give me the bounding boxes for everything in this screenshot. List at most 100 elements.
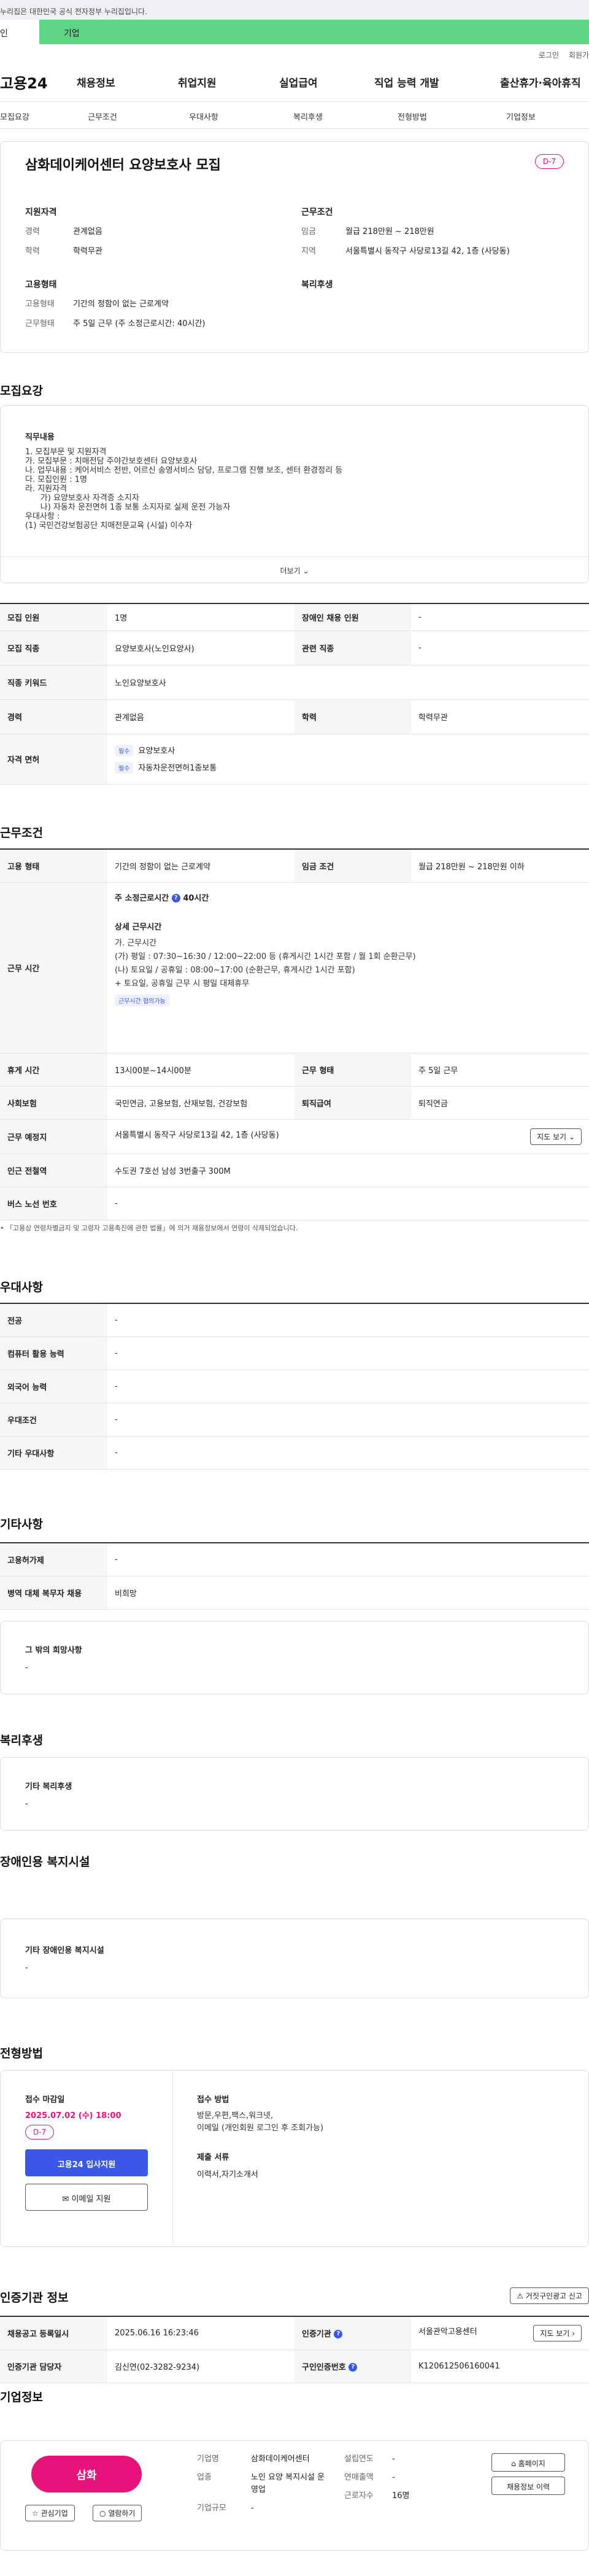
signup-link[interactable]: 회원가 [569,50,589,63]
wage-value: 월급 218만원 ~ 218만원 이하 [411,849,589,883]
license-label: 자격 면허 [0,734,107,785]
emp-type-label: 고용 형태 [0,849,107,883]
help-icon[interactable]: ? [171,894,180,902]
help-icon[interactable]: ? [334,2330,343,2339]
table-row: 버스 노선 번호 - [0,1187,589,1220]
bus-value: - [107,1187,589,1220]
company-size-label: 기업규모 [197,2504,226,2513]
recruit-info-table: 모집 인원 1명 장애인 채용 인원 - 모집 직종 요양보호사(노인요양사) … [0,603,589,785]
manager-value: 김신연(02-3282-9234) [107,2349,294,2383]
gov-notice-bar: 누리집은 대한민국 공식 전자정부 누리집입니다. [0,0,589,20]
nav-item-jobs[interactable]: 채용정보 [77,74,178,90]
employment-value: 주 5일 근무 (주 소정근로시간: 40시간) [73,319,206,328]
nav-item-unemployment-benefit[interactable]: 실업급여 [279,74,374,90]
mail-icon: ✉ [62,2195,69,2204]
report-fake-ad-button[interactable]: ⚠ 거짓구인광고 신고 [510,2287,589,2304]
homepage-button[interactable]: ⌂ 홈페이지 [491,2453,565,2472]
table-row: 인증기관 담당자 김신연(02-3282-9234) 구인인증번호 ? K120… [0,2349,589,2383]
conditions-value: 서울특별시 동작구 사당로13길 42, 1층 (사당동) [345,246,510,256]
duty-card: 직무내용 1. 모집부문 및 지원자격 가. 모집부문 : 치매전담 주야간보호… [0,405,589,583]
license-list: 필수 요양보호사 필수 자동차운전면허1종보통 [107,734,589,785]
company-info-row: 기업규모 - [197,2502,338,2515]
duty-text: 1. 모집부문 및 지원자격 가. 모집부문 : 치매전담 주야간보호센터 요양… [25,448,343,530]
subnav-selection[interactable]: 전형방법 [398,102,506,128]
license-name: 자동차운전면허1종보통 [138,764,217,773]
keyword-value: 노인요양보호사 [107,665,589,700]
follow-company-button[interactable]: ○ 열람하기 [93,2505,142,2521]
employees-value: 16명 [392,2491,410,2500]
founded-value: - [392,2454,395,2464]
pref-value: - [107,1336,589,1370]
conditions-key: 지역 [301,246,316,256]
headcount-label: 모집 인원 [0,603,107,631]
industry-value: 노인 요양 복지시설 운영업 [251,2473,325,2494]
job-history-button[interactable]: 채용정보 이력 [491,2477,565,2495]
work-place-value: 서울특별시 동작구 사당로13길 42, 1층 (사당동) [115,1130,279,1140]
qualification-key: 학력 [25,246,40,256]
subnav-recruit[interactable]: 모집요강 [0,102,88,128]
favorite-company-button[interactable]: ☆ 관심기업 [25,2505,75,2521]
conditions-value: 월급 218만원 ~ 218만원 [345,227,434,236]
tab-personal[interactable]: 인 [0,20,39,44]
map-view-button[interactable]: 지도 보기 ⌄ [530,1128,582,1145]
email-apply-button[interactable]: ✉ 이메일 지원 [25,2184,148,2211]
related-job-label: 관련 직종 [294,630,411,665]
job-type-label: 모집 직종 [0,630,107,665]
table-row: 근무 예정지 서울특별시 동작구 사당로13길 42, 1층 (사당동) 지도 … [0,1119,589,1154]
nav-item-parental-leave[interactable]: 출산휴가·육아휴직 [500,74,581,90]
divider [172,2071,173,2246]
table-row: 전공 - [0,1303,589,1337]
subnav-preference[interactable]: 우대사항 [189,102,293,128]
hours-detail: 가. 근무시간 (가) 평일 : 07:30~16:30 / 12:00~22:… [115,938,416,988]
agency-value: 서울관악고용센터 [418,2327,477,2337]
table-row: 직종 키워드 노인요양보호사 [0,665,589,700]
employment-list: 고용형태 기간의 정함이 없는 근로계약 근무형태 주 5일 근무 (주 소정근로시… [25,293,283,332]
agency-map-button[interactable]: 지도 보기 › [533,2324,582,2341]
table-row: 휴게 시간 13시00분~14시00분 근무 형태 주 5일 근무 [0,1053,589,1087]
user-type-tabs: 인 기업 [0,20,589,44]
selection-card: 접수 마감일 2025.07.02 (수) 18:00 D-7 고용24 입사지… [0,2070,589,2247]
login-link[interactable]: 로그인 [539,50,559,63]
manager-label: 인증기관 담당자 [0,2349,107,2383]
pref-key: 외국어 능력 [0,1370,107,1403]
help-icon[interactable]: ? [348,2363,358,2372]
email-apply-label: 이메일 지원 [71,2195,111,2204]
site-logo[interactable]: 고용24 [0,71,77,93]
section-title-recruit: 모집요강 [0,384,43,398]
disabled-facilities-card: 기타 장애인용 복지시설 - [0,1918,589,1998]
agency-cell: 서울관악고용센터 지도 보기 › [411,2316,589,2350]
section-title-welfare: 복리후생 [0,1734,43,1747]
table-row: 사회보험 국민연금, 고용보험, 산재보험, 건강보험 퇴직급여 퇴직연금 [0,1086,589,1120]
conditions-row: 지역 서울특별시 동작구 사당로13길 42, 1층 (사당동) [301,240,571,260]
work-info-table: 고용 형태 기간의 정함이 없는 근로계약 임금 조건 월급 218만원 ~ 2… [0,848,589,1220]
employees-label: 근로자수 [344,2491,374,2500]
subnav-conditions[interactable]: 근무조건 [88,102,189,128]
nav-item-job-skills[interactable]: 직업 능력 개발 [374,74,500,90]
tab-company[interactable]: 기업 [39,20,589,44]
conditions-key: 임금 [301,227,316,236]
founded-label: 설립연도 [344,2454,374,2464]
homepage-label: 홈페이지 [518,2459,545,2468]
company-info-row: 연매출액 - [344,2472,467,2484]
pref-value: - [107,1403,589,1437]
chevron-down-icon: ⌄ [568,1132,575,1141]
company-info-row: 업종 노인 요양 복지시설 운영업 [197,2472,338,2496]
more-button[interactable]: 더보기 ⌄ [1,556,588,583]
subnav-company[interactable]: 기업정보 [506,102,536,128]
company-size-value: - [251,2504,254,2513]
table-row: 우대조건 - [0,1403,589,1437]
nav-item-employment-support[interactable]: 취업지원 [178,74,279,90]
qualification-row: 경력 관계없음 [25,220,283,240]
other-table: 고용허가제 - 병역 대체 복무자 채용 비희망 [0,1542,589,1610]
employment-row: 고용형태 기간의 정함이 없는 근로계약 [25,293,283,312]
agency-label-cell: 인증기관 ? [294,2316,411,2350]
circle-icon: ○ [99,2509,106,2518]
table-row: 기타 우대사항 - [0,1436,589,1470]
cert-id-value: K120612506160041 [411,2349,589,2383]
agency-label: 인증기관 [302,2329,331,2339]
employment-value: 기간의 정함이 없는 근로계약 [73,299,169,309]
company-logo: 삼화 [31,2456,142,2493]
subnav-welfare[interactable]: 복리후생 [293,102,398,128]
apply-button[interactable]: 고용24 입사지원 [25,2149,148,2176]
apply-button-label: 고용24 입사지원 [57,2160,116,2170]
